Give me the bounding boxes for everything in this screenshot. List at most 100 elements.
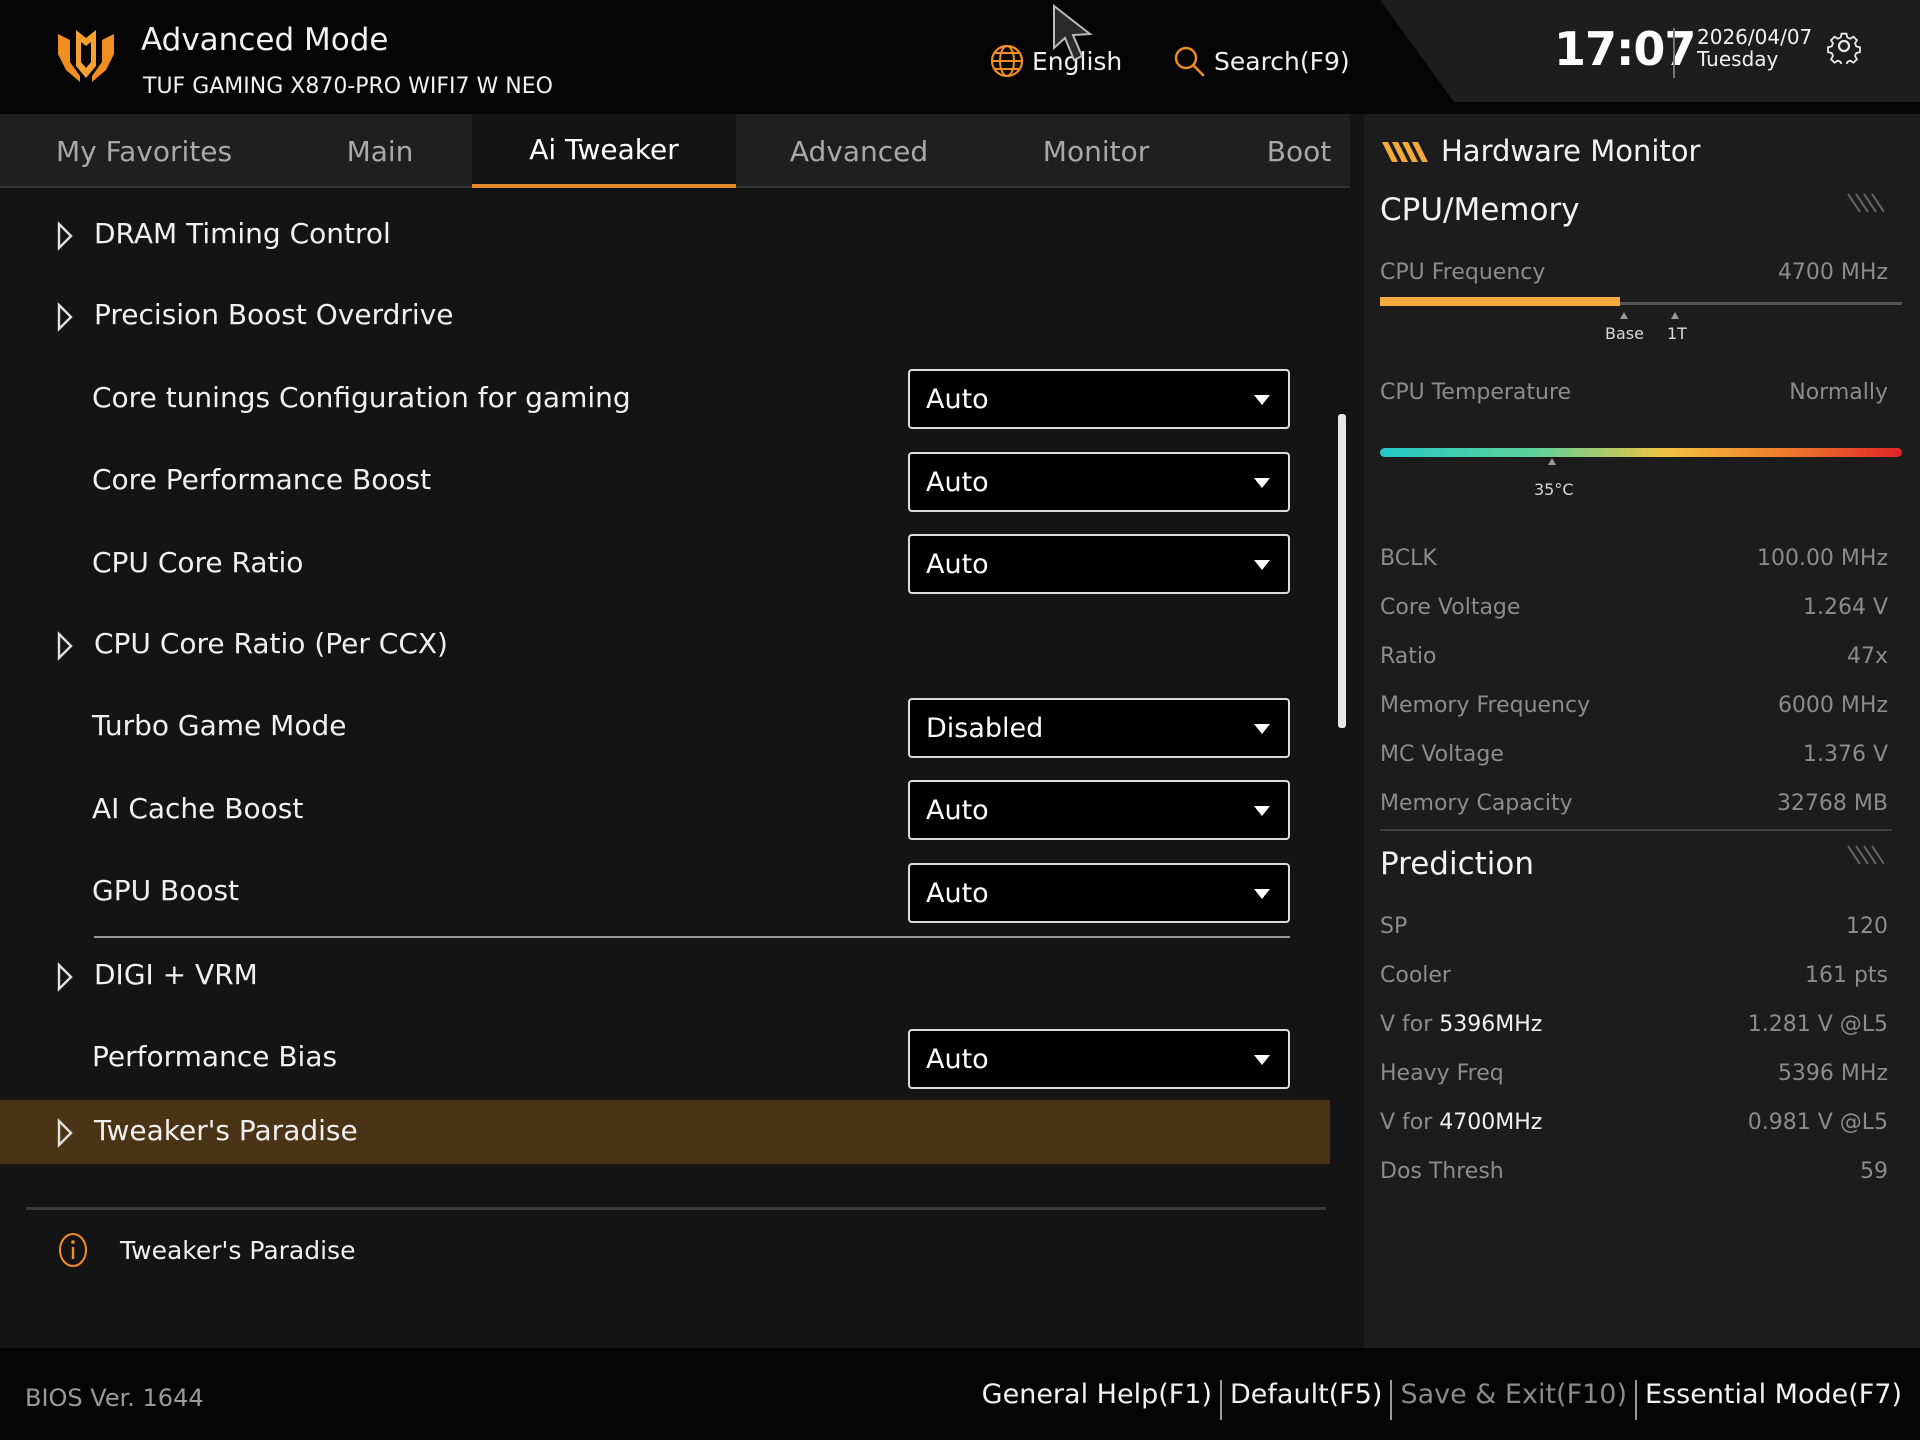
essential-mode-button[interactable]: Essential Mode(F7)	[1645, 1379, 1902, 1410]
core-tunings-select[interactable]: Auto	[908, 369, 1290, 429]
memory-capacity-row: Memory Capacity 32768 MB	[1380, 791, 1888, 823]
label-frequency: 4700MHz	[1439, 1110, 1543, 1135]
setting-tweakers-paradise[interactable]: Tweaker's Paradise	[0, 1100, 1330, 1164]
metric-value: 161 pts	[1804, 963, 1888, 988]
tuf-logo-icon	[58, 30, 114, 82]
metric-label: V for 4700MHz	[1380, 1110, 1542, 1135]
metric-label: CPU Temperature	[1380, 380, 1572, 405]
help-description: Tweaker's Paradise	[120, 1236, 356, 1265]
metric-label: Memory Capacity	[1380, 791, 1573, 816]
metric-value: 120	[1846, 914, 1888, 939]
cpu-frequency-bar-fill	[1380, 297, 1621, 306]
tab-main[interactable]: Main	[310, 114, 450, 188]
select-value: Auto	[926, 877, 989, 909]
mouse-cursor-icon	[1053, 4, 1093, 62]
setting-label: GPU Boost	[92, 874, 240, 907]
metric-value: 1.281 V @L5	[1747, 1012, 1888, 1037]
section-stripes-icon	[1847, 845, 1884, 865]
tab-monitor[interactable]: Monitor	[1024, 114, 1168, 188]
hw-section-divider	[1380, 829, 1892, 831]
dropdown-arrow-icon	[1254, 724, 1270, 734]
tab-advanced[interactable]: Advanced	[776, 114, 942, 188]
gear-icon[interactable]	[1826, 28, 1862, 64]
select-value: Auto	[926, 383, 989, 415]
sp-row: SP 120	[1380, 914, 1888, 946]
save-exit-button[interactable]: Save & Exit(F10)	[1400, 1379, 1627, 1410]
board-name: TUF GAMING X870-PRO WIFI7 W NEO	[143, 74, 553, 99]
core-performance-boost-select[interactable]: Auto	[908, 452, 1290, 512]
setting-precision-boost-overdrive[interactable]: Precision Boost Overdrive	[0, 284, 1330, 348]
select-value: Auto	[926, 794, 989, 826]
date-text: 2026/04/07	[1697, 25, 1813, 49]
temperature-marker-label: 35°C	[1534, 480, 1574, 499]
metric-label: CPU Frequency	[1380, 260, 1546, 285]
mode-title: Advanced Mode	[141, 22, 389, 58]
footer-divider	[1390, 1380, 1393, 1420]
default-button[interactable]: Default(F5)	[1230, 1379, 1382, 1410]
dos-thresh-row: Dos Thresh 59	[1380, 1159, 1888, 1191]
expand-caret-icon	[57, 962, 73, 992]
cpu-frequency-row: CPU Frequency 4700 MHz	[1380, 260, 1888, 292]
section-stripes-icon	[1847, 193, 1884, 213]
metric-label: V for 5396MHz	[1380, 1012, 1542, 1037]
search-label: Search(F9)	[1214, 46, 1350, 76]
metric-label: MC Voltage	[1380, 742, 1504, 767]
settings-scrollbar[interactable]	[1338, 414, 1346, 728]
expand-caret-icon	[57, 1118, 73, 1148]
tab-ai-tweaker[interactable]: Ai Tweaker	[472, 114, 736, 188]
ai-cache-boost-select[interactable]: Auto	[908, 780, 1290, 840]
v-for-5396-row: V for 5396MHz 1.281 V @L5	[1380, 1012, 1888, 1044]
info-icon	[59, 1233, 87, 1267]
metric-value: Normally	[1789, 380, 1888, 405]
setting-label: CPU Core Ratio	[92, 546, 304, 579]
setting-dram-timing-control[interactable]: DRAM Timing Control	[0, 203, 1330, 267]
expand-caret-icon	[57, 631, 73, 661]
heavy-freq-row: Heavy Freq 5396 MHz	[1380, 1061, 1888, 1093]
setting-digi-vrm[interactable]: DIGI + VRM	[0, 944, 1330, 1008]
performance-bias-select[interactable]: Auto	[908, 1029, 1290, 1089]
clock-divider	[1673, 28, 1675, 78]
help-divider	[26, 1207, 1326, 1210]
section-divider	[94, 936, 1290, 938]
hardware-monitor-title: Hardware Monitor	[1441, 134, 1701, 168]
prediction-section-title: Prediction	[1380, 846, 1535, 882]
globe-icon	[990, 44, 1024, 78]
setting-label: Core tunings Configuration for gaming	[92, 381, 631, 414]
select-value: Disabled	[926, 712, 1044, 744]
search-button[interactable]: Search(F9)	[1172, 38, 1350, 84]
select-value: Auto	[926, 466, 989, 498]
gpu-boost-select[interactable]: Auto	[908, 863, 1290, 923]
setting-label: DRAM Timing Control	[94, 217, 391, 250]
label-frequency: 5396MHz	[1439, 1012, 1543, 1037]
temperature-marker-icon	[1548, 458, 1556, 465]
tab-my-favorites[interactable]: My Favorites	[42, 114, 246, 188]
cpu-core-ratio-select[interactable]: Auto	[908, 534, 1290, 594]
tab-boot[interactable]: Boot	[1256, 114, 1342, 188]
footer-divider	[1635, 1380, 1638, 1420]
v-for-4700-row: V for 4700MHz 0.981 V @L5	[1380, 1110, 1888, 1142]
cpu-memory-section-title: CPU/Memory	[1380, 192, 1580, 228]
metric-value: 1.376 V	[1802, 742, 1888, 767]
bclk-row: BCLK 100.00 MHz	[1380, 546, 1888, 578]
hardware-monitor-panel: Hardware Monitor CPU/Memory CPU Frequenc…	[1364, 114, 1920, 1348]
expand-caret-icon	[57, 221, 73, 251]
select-value: Auto	[926, 1043, 989, 1075]
ratio-row: Ratio 47x	[1380, 644, 1888, 676]
dropdown-arrow-icon	[1254, 478, 1270, 488]
bios-version: BIOS Ver. 1644	[25, 1384, 204, 1412]
metric-label: Cooler	[1380, 963, 1451, 988]
settings-panel: DRAM Timing Control Precision Boost Over…	[0, 188, 1350, 1348]
metric-label: Dos Thresh	[1380, 1159, 1504, 1184]
setting-label: Tweaker's Paradise	[94, 1114, 358, 1147]
mc-voltage-row: MC Voltage 1.376 V	[1380, 742, 1888, 774]
metric-label: SP	[1380, 914, 1408, 939]
footer-buttons: General Help(F1) Default(F5) Save & Exit…	[982, 1374, 1902, 1420]
label-prefix: V for	[1380, 1110, 1440, 1135]
label-prefix: V for	[1380, 1012, 1440, 1037]
metric-label: Memory Frequency	[1380, 693, 1591, 718]
general-help-button[interactable]: General Help(F1)	[982, 1379, 1212, 1410]
setting-cpu-core-ratio-per-ccx[interactable]: CPU Core Ratio (Per CCX)	[0, 613, 1330, 677]
cpu-temperature-row: CPU Temperature Normally	[1380, 380, 1888, 412]
turbo-game-mode-select[interactable]: Disabled	[908, 698, 1290, 758]
core-voltage-row: Core Voltage 1.264 V	[1380, 595, 1888, 627]
